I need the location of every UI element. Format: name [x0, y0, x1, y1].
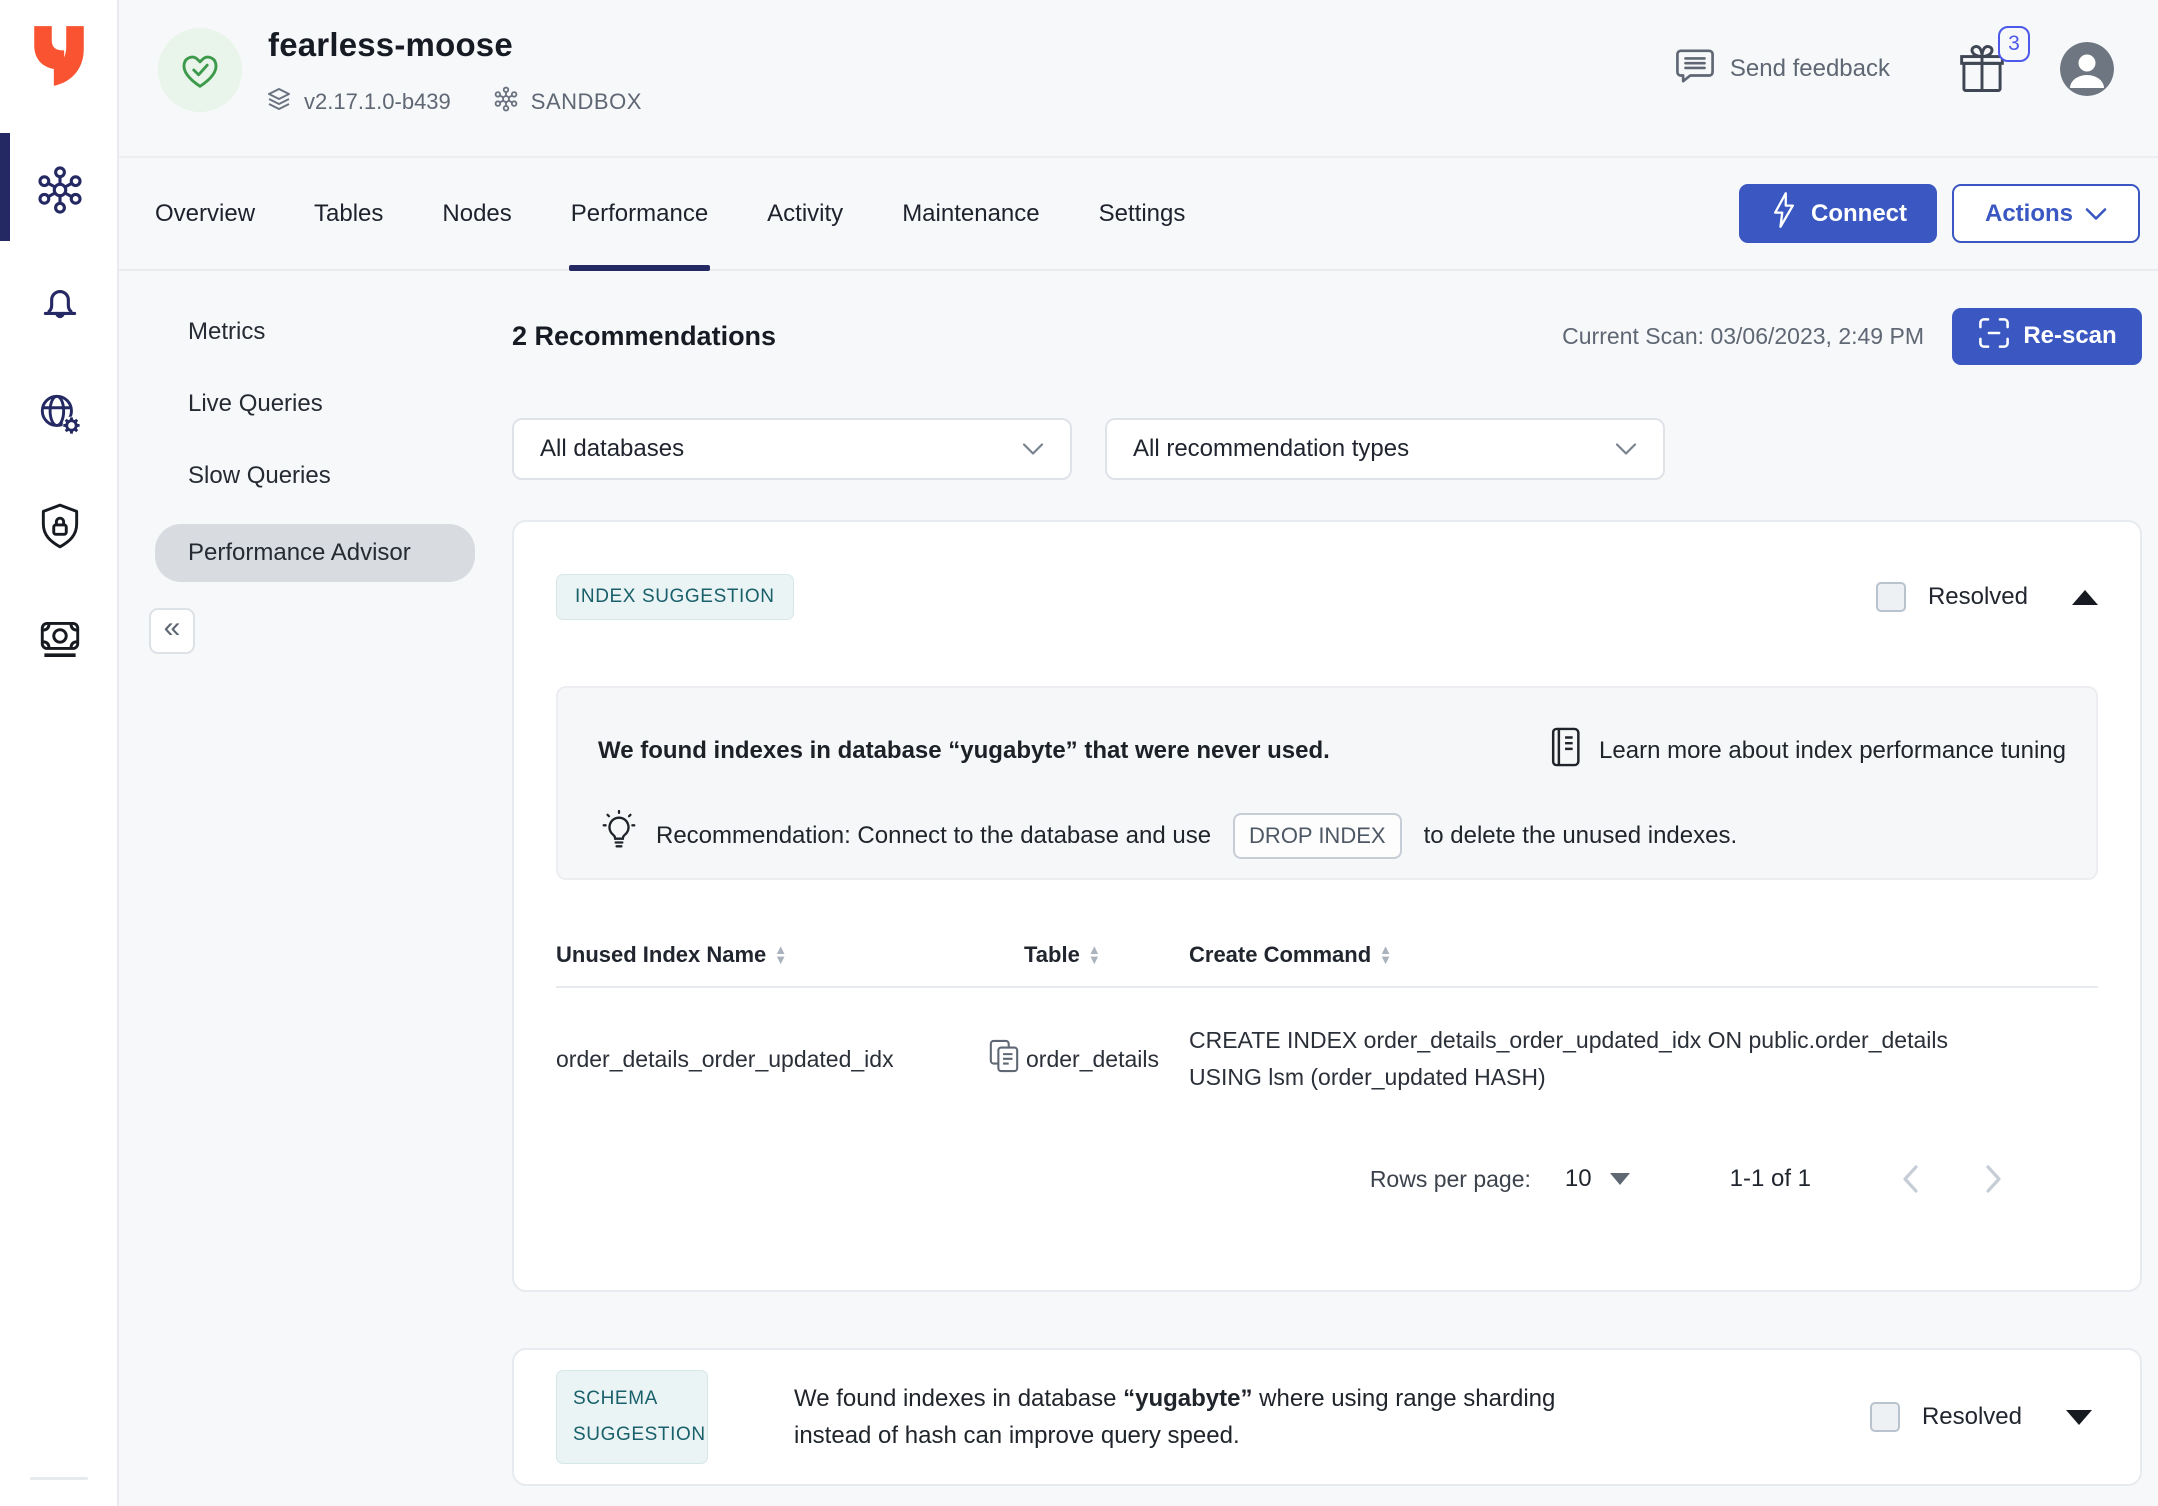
sort-icon: ▲▼	[1088, 945, 1101, 965]
pagination-range: 1-1 of 1	[1730, 1165, 1811, 1193]
performance-subnav: Metrics Live Queries Slow Queries Perfor…	[155, 308, 475, 654]
connect-button[interactable]: Connect	[1739, 184, 1937, 243]
left-sidebar	[0, 0, 119, 1506]
unused-index-table-header: Unused Index Name ▲▼ Table ▲▼ Create Com…	[556, 942, 2098, 968]
copy-icon[interactable]	[988, 1038, 1020, 1080]
connect-label: Connect	[1811, 200, 1907, 228]
subnav-item-performance-advisor[interactable]: Performance Advisor	[155, 524, 475, 582]
column-create-command[interactable]: Create Command ▲▼	[1189, 942, 2098, 968]
recommendation-type-filter-select[interactable]: All recommendation types	[1105, 418, 1665, 480]
current-scan-timestamp: Current Scan: 03/06/2023, 2:49 PM	[1562, 323, 1924, 350]
cluster-version: v2.17.1.0-b439	[304, 89, 451, 115]
schema-suggestion-card: SCHEMA SUGGESTION We found indexes in da…	[512, 1348, 2142, 1486]
cell-index-name: order_details_order_updated_idx	[556, 1046, 1024, 1073]
yugabyte-logo-icon[interactable]	[30, 24, 88, 88]
recommendation-type-filter-value: All recommendation types	[1133, 435, 1409, 463]
index-suggestion-card: INDEX SUGGESTION Resolved We found index…	[512, 520, 2142, 1292]
table-pagination: Rows per page: 10 1-1 of 1	[556, 1164, 2098, 1194]
security-shield-icon[interactable]	[34, 500, 86, 552]
layers-icon	[266, 86, 292, 118]
resolved-checkbox[interactable]	[1870, 1402, 1900, 1432]
resolved-label: Resolved	[1928, 583, 2028, 611]
performance-advisor-page: fearless-moose v2.17.1.0-b439 SANDBOX	[0, 0, 2158, 1506]
tab-nodes[interactable]: Nodes	[442, 158, 511, 269]
resolved-label: Resolved	[1922, 1403, 2022, 1431]
tab-tables[interactable]: Tables	[314, 158, 383, 269]
chevron-down-icon	[1022, 442, 1044, 456]
recommendations-title: 2 Recommendations	[512, 321, 776, 352]
user-avatar[interactable]	[2060, 42, 2114, 96]
subnav-item-slow-queries[interactable]: Slow Queries	[155, 452, 475, 500]
rows-per-page-value[interactable]: 10	[1565, 1165, 1592, 1193]
lightning-icon	[1769, 190, 1799, 237]
resolved-checkbox[interactable]	[1876, 582, 1906, 612]
subnav-item-live-queries[interactable]: Live Queries	[155, 380, 475, 428]
next-page-icon[interactable]	[1985, 1164, 2003, 1194]
database-filter-value: All databases	[540, 435, 684, 463]
recommendation-text-prefix: Recommendation: Connect to the database …	[656, 822, 1211, 850]
clusters-icon[interactable]	[34, 164, 86, 216]
rescan-button[interactable]: Re-scan	[1952, 308, 2142, 365]
finding-text: We found indexes in database “yugabyte” …	[598, 737, 1330, 765]
column-table[interactable]: Table ▲▼	[1024, 942, 1189, 968]
send-feedback-label: Send feedback	[1730, 55, 1890, 83]
tab-settings[interactable]: Settings	[1099, 158, 1186, 269]
heart-check-icon	[177, 47, 223, 93]
learn-more-label: Learn more about index performance tunin…	[1599, 737, 2066, 765]
schema-finding-text: We found indexes in database “yugabyte” …	[794, 1380, 1564, 1454]
feedback-bubble-icon	[1674, 47, 1716, 92]
actions-button[interactable]: Actions	[1952, 184, 2140, 243]
tab-maintenance[interactable]: Maintenance	[902, 158, 1039, 269]
sort-icon: ▲▼	[1379, 945, 1392, 965]
drop-index-code-chip: DROP INDEX	[1233, 813, 1402, 859]
book-icon	[1547, 726, 1585, 775]
subnav-item-metrics[interactable]: Metrics	[155, 308, 475, 356]
rows-per-page-caret-icon[interactable]	[1610, 1173, 1630, 1185]
scan-icon	[1977, 316, 2011, 357]
cell-create-command: CREATE INDEX order_details_order_updated…	[1189, 1022, 2098, 1096]
actions-label: Actions	[1985, 200, 2073, 228]
recommendation-text-suffix: to delete the unused indexes.	[1424, 822, 1738, 850]
expand-card-arrow[interactable]	[2066, 1410, 2092, 1425]
lightbulb-icon	[598, 809, 640, 862]
sidebar-divider	[30, 1477, 88, 1480]
table-row: order_details_order_updated_idx order_de…	[556, 988, 2098, 1130]
schema-suggestion-badge: SCHEMA SUGGESTION	[556, 1370, 708, 1464]
chevron-down-icon	[1615, 442, 1637, 456]
chevron-down-icon	[2085, 200, 2107, 228]
tab-activity[interactable]: Activity	[767, 158, 843, 269]
gift-count-badge: 3	[1998, 26, 2030, 62]
collapse-card-arrow[interactable]	[2072, 590, 2098, 605]
cluster-name: fearless-moose	[268, 26, 513, 64]
send-feedback-button[interactable]: Send feedback	[1674, 47, 1890, 92]
cluster-tabbar: Overview Tables Nodes Performance Activi…	[119, 156, 2158, 271]
tab-performance[interactable]: Performance	[571, 158, 708, 269]
column-unused-index-name[interactable]: Unused Index Name ▲▼	[556, 942, 1024, 968]
cell-table-name: order_details	[1026, 1046, 1159, 1073]
network-settings-globe-icon[interactable]	[34, 388, 86, 440]
finding-infobox: We found indexes in database “yugabyte” …	[556, 686, 2098, 880]
rows-per-page-label: Rows per page:	[1370, 1166, 1531, 1193]
previous-page-icon[interactable]	[1901, 1164, 1919, 1194]
tab-overview[interactable]: Overview	[155, 158, 255, 269]
gift-button[interactable]: 3	[1956, 40, 2008, 98]
index-suggestion-badge: INDEX SUGGESTION	[556, 574, 794, 620]
cluster-health-badge	[158, 28, 242, 112]
rescan-label: Re-scan	[2023, 322, 2116, 350]
alerts-bell-icon[interactable]	[34, 276, 86, 328]
billing-money-icon[interactable]	[34, 612, 86, 664]
sandbox-hub-icon	[493, 86, 519, 118]
environment-label: SANDBOX	[531, 89, 642, 115]
sort-icon: ▲▼	[774, 945, 787, 965]
database-filter-select[interactable]: All databases	[512, 418, 1072, 480]
learn-more-link[interactable]: Learn more about index performance tunin…	[1547, 726, 2066, 775]
collapse-sidebar-button[interactable]: «	[149, 608, 195, 654]
